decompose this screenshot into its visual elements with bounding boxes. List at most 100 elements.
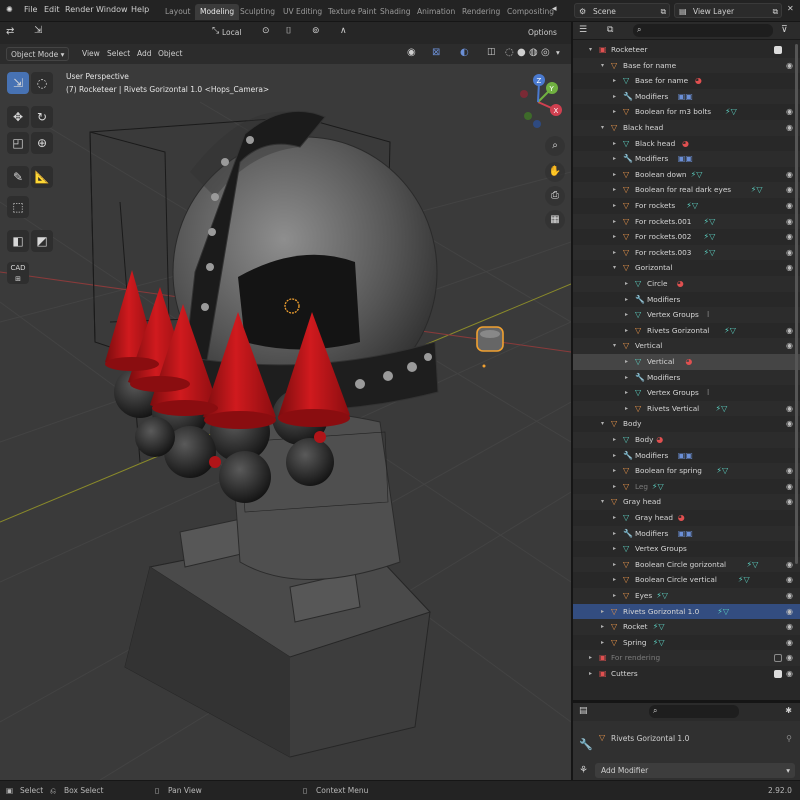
expand-arrow-right-icon[interactable]: ▸ bbox=[613, 89, 616, 105]
outliner-row[interactable]: ▸ ▽ Spring ⚡▽ ◉ bbox=[573, 635, 800, 651]
eye-icon[interactable]: ◉ bbox=[786, 557, 793, 573]
eye-icon[interactable]: ◉ bbox=[786, 229, 793, 245]
outliner-row[interactable]: ▸ ▽ Rivets Gorizontal ⚡▽ ◉ bbox=[573, 323, 800, 339]
new-view-layer-icon[interactable]: ⧉ bbox=[773, 4, 778, 19]
expand-arrow-right-icon[interactable]: ▸ bbox=[601, 619, 604, 635]
eye-icon[interactable]: ◉ bbox=[786, 214, 793, 230]
eye-icon[interactable]: ◉ bbox=[786, 650, 793, 666]
expand-arrow-down-icon[interactable]: ▾ bbox=[601, 416, 604, 432]
outliner-row[interactable]: ▸ ▽ For rockets.003 ⚡▽ ◉ bbox=[573, 244, 800, 261]
object-data-icon[interactable]: ⚡▽ bbox=[653, 635, 665, 651]
object-data-icon[interactable]: ⚡▽ bbox=[724, 323, 736, 339]
eye-icon[interactable]: ◉ bbox=[786, 198, 793, 214]
pivot-icon[interactable]: ⊙ bbox=[262, 26, 270, 36]
expand-arrow-right-icon[interactable]: ▸ bbox=[613, 167, 616, 183]
snap-icon[interactable]: ⌷ bbox=[286, 26, 291, 36]
expand-arrow-right-icon[interactable]: ▸ bbox=[589, 650, 592, 666]
eye-icon[interactable]: ◉ bbox=[786, 666, 793, 682]
tab-compositing[interactable]: Compositing bbox=[502, 4, 559, 20]
outliner-row[interactable]: ▸ 🔧 Modifiers ▣▣ bbox=[573, 525, 800, 542]
expand-arrow-down-icon[interactable]: ▾ bbox=[613, 260, 616, 276]
expand-arrow-right-icon[interactable]: ▸ bbox=[613, 588, 616, 604]
modifier-stack-icon[interactable]: ▣▣ bbox=[678, 526, 693, 542]
material-icon[interactable]: ◕ bbox=[682, 136, 689, 152]
gizmo-icon[interactable]: ⊠ bbox=[432, 47, 440, 58]
eye-icon[interactable]: ◉ bbox=[786, 572, 793, 588]
exclude-checkbox[interactable] bbox=[774, 654, 782, 663]
expand-arrow-right-icon[interactable]: ▸ bbox=[625, 401, 628, 417]
outliner-row[interactable]: ▸ ▽ Eyes ⚡▽ ◉ bbox=[573, 588, 800, 604]
outliner-row[interactable]: ▸ 🔧 Modifiers ▣▣ bbox=[573, 88, 800, 105]
expand-arrow-down-icon[interactable]: ▾ bbox=[613, 338, 616, 354]
shading-material-icon[interactable]: ◍ bbox=[529, 47, 538, 58]
proportional-editing-icon[interactable]: ⊚ bbox=[312, 26, 320, 36]
outliner-row[interactable]: ▾ ▣ Rocketeer bbox=[573, 42, 800, 58]
select-tool-button[interactable]: ⇲ bbox=[7, 72, 29, 94]
boxcutter-tool-button[interactable]: ◩ bbox=[31, 230, 53, 252]
material-icon[interactable]: ◕ bbox=[677, 276, 684, 292]
outliner-row[interactable]: ▾ ▽ Gray head ◉ bbox=[573, 494, 800, 510]
object-data-icon[interactable]: ⚡▽ bbox=[716, 463, 728, 479]
add-cube-tool-button[interactable]: ⬚ bbox=[7, 196, 29, 218]
expand-arrow-right-icon[interactable]: ▸ bbox=[613, 73, 616, 89]
move-tool-button[interactable]: ✥ bbox=[7, 106, 29, 128]
rotate-tool-button[interactable]: ↻ bbox=[31, 106, 53, 128]
expand-arrow-right-icon[interactable]: ▸ bbox=[601, 604, 604, 620]
outliner-row[interactable]: ▸ ▽ Vertex Groups ⁝ bbox=[573, 385, 800, 401]
transform-orientation[interactable]: Local bbox=[222, 28, 241, 37]
tab-shading[interactable]: Shading bbox=[375, 4, 415, 20]
cad-tool-button[interactable]: CAD ⊞ bbox=[7, 262, 29, 284]
exclude-checkbox[interactable] bbox=[774, 670, 782, 678]
tab-sculpting[interactable]: Sculpting bbox=[235, 4, 280, 20]
eye-icon[interactable]: ◉ bbox=[786, 338, 793, 354]
camera-icon[interactable]: ⎙ bbox=[545, 186, 565, 206]
menu-window[interactable]: Window bbox=[96, 5, 128, 14]
properties-search-input[interactable]: ⌕ bbox=[649, 705, 739, 718]
exclude-checkbox[interactable] bbox=[774, 46, 782, 54]
eye-icon[interactable]: ◉ bbox=[786, 58, 793, 74]
menu-help[interactable]: Help bbox=[131, 5, 149, 14]
outliner-row[interactable]: ▸ ▽ For rockets.002 ⚡▽ ◉ bbox=[573, 229, 800, 245]
expand-arrow-right-icon[interactable]: ▸ bbox=[613, 541, 616, 557]
outliner-row[interactable]: ▸ ▽ Boolean for real dark eyes ⚡▽ ◉ bbox=[573, 182, 800, 198]
viewport-scene[interactable] bbox=[0, 22, 571, 780]
scroll-tabs-icon[interactable]: ◂ bbox=[552, 4, 557, 14]
outliner-row[interactable]: ▸ ▽ Boolean Circle gorizontal ⚡▽ ◉ bbox=[573, 556, 800, 573]
eye-icon[interactable]: ◉ bbox=[786, 635, 793, 651]
expand-arrow-down-icon[interactable]: ▾ bbox=[601, 58, 604, 74]
eye-icon[interactable]: ◉ bbox=[786, 260, 793, 276]
expand-arrow-right-icon[interactable]: ▸ bbox=[589, 666, 592, 682]
particles-tab-icon[interactable]: ⚘ bbox=[579, 765, 588, 776]
expand-arrow-right-icon[interactable]: ▸ bbox=[625, 385, 628, 401]
visibility-icon[interactable]: ◉ bbox=[407, 47, 416, 58]
menu-file[interactable]: File bbox=[24, 5, 37, 14]
outliner-row[interactable]: ▸ ▽ Boolean down ⚡▽ ◉ bbox=[573, 167, 800, 183]
overlays-icon[interactable]: ◐ bbox=[460, 47, 469, 58]
pan-hand-icon[interactable]: ✋ bbox=[545, 162, 565, 182]
new-scene-icon[interactable]: ⧉ bbox=[661, 4, 666, 19]
properties-panel[interactable]: ▤ ⌕ ✱ 🔧 ⚘ ▽ Rivets Gorizontal 1.0 ⚲ Add … bbox=[571, 700, 800, 780]
outliner-row[interactable]: ▾ ▽ Black head ◉ bbox=[573, 120, 800, 136]
menu-edit[interactable]: Edit bbox=[44, 5, 60, 14]
menu-select[interactable]: Select bbox=[107, 49, 130, 58]
editor-type-icon[interactable]: ⇄ bbox=[6, 26, 14, 37]
expand-arrow-right-icon[interactable]: ▸ bbox=[613, 557, 616, 573]
outliner-row[interactable]: ▾ ▽ Body ◉ bbox=[573, 416, 800, 432]
add-modifier-dropdown[interactable]: Add Modifier ▾ bbox=[595, 763, 795, 778]
expand-arrow-right-icon[interactable]: ▸ bbox=[613, 151, 616, 167]
expand-arrow-down-icon[interactable]: ▾ bbox=[601, 494, 604, 510]
object-data-icon[interactable]: ⚡▽ bbox=[716, 401, 728, 417]
outliner-row[interactable]: ▸ ▽ Body ◕ bbox=[573, 432, 800, 448]
object-mode-dropdown[interactable]: Object Mode ▾ bbox=[6, 47, 70, 61]
eye-icon[interactable]: ◉ bbox=[786, 167, 793, 183]
object-data-icon[interactable]: ⚡▽ bbox=[656, 588, 668, 604]
outliner-row[interactable]: ▸ ▽ Vertex Groups bbox=[573, 541, 800, 557]
transform-tool-button[interactable]: ⊕ bbox=[31, 132, 53, 154]
modifier-stack-icon[interactable]: ▣▣ bbox=[678, 448, 693, 464]
expand-arrow-right-icon[interactable]: ▸ bbox=[613, 245, 616, 261]
expand-arrow-down-icon[interactable]: ▾ bbox=[589, 42, 592, 58]
eye-icon[interactable]: ◉ bbox=[786, 619, 793, 635]
remove-view-layer-icon[interactable]: ✕ bbox=[787, 4, 794, 13]
object-data-icon[interactable]: ⚡▽ bbox=[717, 604, 729, 620]
outliner-row[interactable]: ▸ ▽ Rivets Vertical ⚡▽ ◉ bbox=[573, 400, 800, 417]
